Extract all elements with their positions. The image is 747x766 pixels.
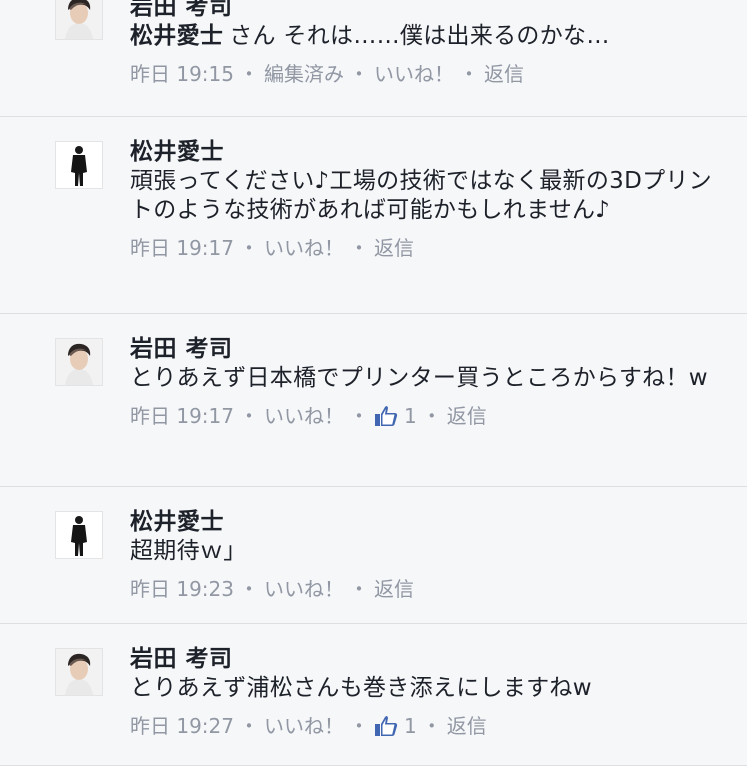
meta-separator: ・ — [349, 713, 369, 738]
comment-text: 松井愛士 さん それは……僕は出来るのかな… — [130, 22, 719, 51]
like-count[interactable]: 1 — [374, 711, 417, 741]
reply-button[interactable]: 返信 — [484, 60, 524, 88]
comment-meta: 昨日 19:17 ・いいね！・返信 — [130, 232, 719, 262]
like-button[interactable]: いいね！ — [374, 60, 454, 88]
comment-timestamp: 昨日 19:17 — [130, 403, 234, 428]
avatar[interactable] — [55, 338, 103, 386]
meta-separator: ・ — [349, 61, 369, 86]
meta-separator: ・ — [239, 713, 259, 738]
meta-separator: ・ — [239, 576, 259, 601]
comment-author[interactable]: 松井愛士 — [130, 137, 719, 167]
like-count[interactable]: 1 — [374, 401, 417, 431]
comment: 松井愛士 超期待ｗ」 昨日 19:23 ・いいね！・返信 — [0, 487, 747, 624]
comment-author[interactable]: 岩田 考司 — [130, 644, 719, 674]
meta-separator: ・ — [421, 713, 442, 738]
comment-meta: 昨日 19:23 ・いいね！・返信 — [130, 573, 719, 603]
comment-text: とりあえず浦松さんも巻き添えにしますねw — [130, 675, 592, 701]
comment-author[interactable]: 岩田 考司 — [130, 0, 719, 22]
reply-button[interactable]: 返信 — [447, 402, 487, 430]
avatar-iwata-image — [56, 649, 102, 695]
comment-timestamp: 昨日 19:17 — [130, 235, 234, 260]
avatar-matsui-image — [56, 512, 102, 558]
comment-text: とりあえず日本橋でプリンター買うところからすね！w — [130, 365, 708, 391]
meta-separator: ・ — [349, 235, 369, 260]
comment: 松井愛士 頑張ってください♪工場の技術ではなく最新の3Dプリントのような技術があ… — [0, 117, 747, 314]
comment-author[interactable]: 岩田 考司 — [130, 334, 719, 364]
meta-separator: ・ — [349, 403, 369, 428]
thumbs-up-icon — [375, 716, 398, 737]
reply-button[interactable]: 返信 — [374, 234, 414, 262]
meta-separator: ・ — [459, 61, 479, 86]
like-button[interactable]: いいね！ — [264, 234, 344, 262]
comment-body: さん それは……僕は出来るのかな… — [229, 23, 610, 49]
comment-meta: 昨日 19:17 ・いいね！・ 1 ・返信 — [130, 400, 719, 430]
thumbs-up-icon — [375, 406, 398, 427]
comment-text: 超期待ｗ」 — [130, 538, 247, 564]
comment-timestamp: 昨日 19:15 — [130, 61, 234, 86]
avatar-iwata-image — [56, 339, 102, 385]
comment: 岩田 考司 松井愛士 さん それは……僕は出来るのかな… 昨日 19:15 ・編集済… — [0, 0, 747, 117]
like-button[interactable]: いいね！ — [264, 712, 344, 740]
reply-button[interactable]: 返信 — [374, 575, 414, 603]
meta-separator: ・ — [239, 235, 259, 260]
comment: 岩田 考司 とりあえず日本橋でプリンター買うところからすね！w 昨日 19:17… — [0, 314, 747, 487]
meta-separator: ・ — [421, 403, 442, 428]
meta-separator: ・ — [349, 576, 369, 601]
like-count-value: 1 — [404, 404, 417, 429]
meta-separator: ・ — [239, 61, 259, 86]
comment-meta: 昨日 19:15 ・編集済み・いいね！・返信 — [130, 58, 719, 88]
comment-mention[interactable]: 松井愛士 — [130, 23, 223, 49]
avatar[interactable] — [55, 648, 103, 696]
like-button[interactable]: いいね！ — [264, 575, 344, 603]
like-count-value: 1 — [404, 714, 417, 739]
meta-separator: ・ — [239, 403, 259, 428]
reply-button[interactable]: 返信 — [447, 712, 487, 740]
avatar-matsui-image — [56, 142, 102, 188]
comment-meta: 昨日 19:27 ・いいね！・ 1 ・返信 — [130, 710, 719, 740]
comment: 岩田 考司 とりあえず浦松さんも巻き添えにしますねw 昨日 19:27 ・いいね！… — [0, 624, 747, 766]
avatar[interactable] — [55, 141, 103, 189]
edited-link[interactable]: 編集済み — [264, 60, 344, 88]
comment-author[interactable]: 松井愛士 — [130, 507, 719, 537]
comment-text: 頑張ってください♪工場の技術ではなく最新の3Dプリントのような技術があれば可能か… — [130, 168, 712, 223]
avatar[interactable] — [55, 0, 103, 40]
avatar-iwata-image — [56, 0, 102, 39]
like-button[interactable]: いいね！ — [264, 402, 344, 430]
comment-timestamp: 昨日 19:27 — [130, 713, 234, 738]
comment-timestamp: 昨日 19:23 — [130, 576, 234, 601]
avatar[interactable] — [55, 511, 103, 559]
